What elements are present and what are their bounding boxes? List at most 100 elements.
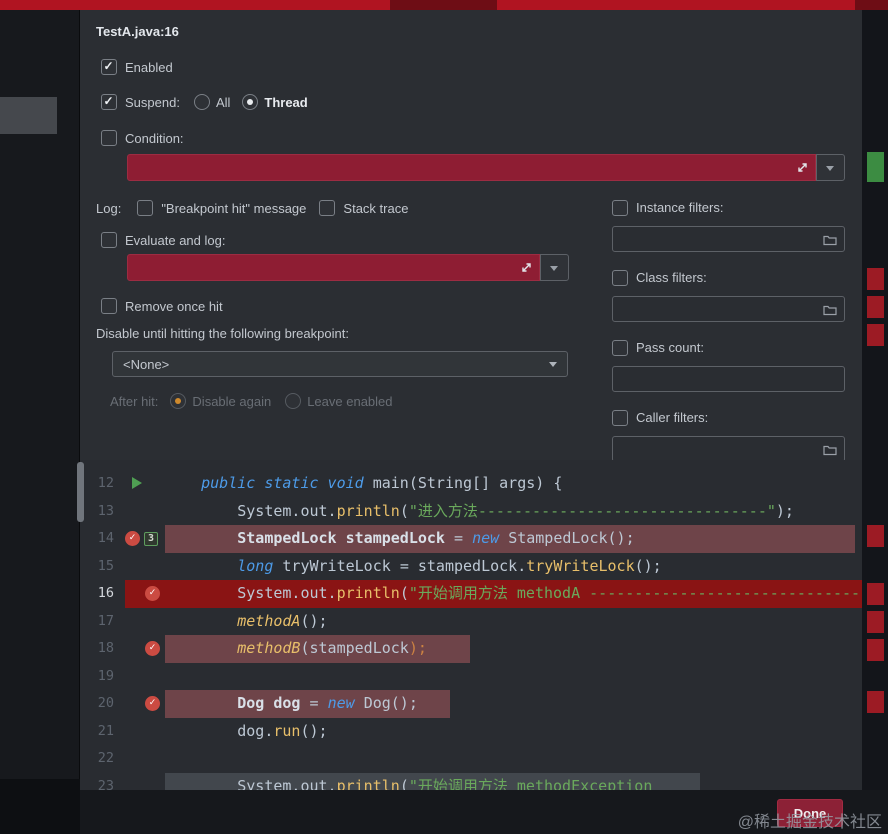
enabled-label: Enabled [125, 60, 173, 75]
code-text[interactable]: public static void main(String[] args) { [165, 470, 562, 498]
green-stripe-mark[interactable] [867, 152, 884, 182]
log-stacktrace-checkbox[interactable] [319, 200, 335, 216]
editor-error-stripe[interactable] [862, 10, 888, 790]
folder-icon[interactable] [823, 303, 837, 315]
red-stripe-mark[interactable] [867, 639, 884, 661]
code-text[interactable]: methodA(); [165, 608, 328, 636]
code-text[interactable]: StampedLock stampedLock = new StampedLoc… [165, 525, 635, 553]
code-text[interactable]: System.out.println("开始调用方法 methodA -----… [165, 580, 862, 608]
code-line-22: 22 [80, 745, 862, 773]
red-stripe-mark[interactable] [867, 525, 884, 547]
remove-once-checkbox[interactable] [101, 298, 117, 314]
expand-editor-icon[interactable] [520, 261, 533, 274]
filter-checkbox-row: Pass count: [612, 339, 845, 356]
folder-icon[interactable] [823, 443, 837, 455]
breakpoint-icon[interactable]: ✓ [145, 641, 160, 656]
after-hit-leave-radio[interactable] [285, 393, 301, 409]
condition-input[interactable] [127, 154, 816, 181]
title-bar-dark-segment [390, 0, 497, 10]
filter-checkbox[interactable] [612, 410, 628, 426]
code-text[interactable]: dog.run(); [165, 718, 328, 746]
filter-label: Pass count: [636, 340, 704, 355]
code-text[interactable]: System.out.println("进入方法----------------… [165, 498, 794, 526]
breakpoint-properties-dialog: TestA.java:16 Enabled Suspend: All Threa… [80, 10, 862, 790]
red-stripe-mark[interactable] [867, 268, 884, 290]
after-hit-disable-label: Disable again [192, 394, 271, 409]
filter-checkbox[interactable] [612, 200, 628, 216]
line-number[interactable]: 23 [80, 773, 114, 791]
line-number[interactable]: 22 [80, 745, 114, 773]
expand-editor-icon[interactable] [796, 161, 809, 174]
breakpoint-icon[interactable]: ✓ [145, 696, 160, 711]
disable-until-value: <None> [123, 357, 169, 372]
evaluate-row: Evaluate and log: [101, 231, 225, 249]
filter-checkbox[interactable] [612, 270, 628, 286]
breakpoint-settings-panel: TestA.java:16 Enabled Suspend: All Threa… [80, 10, 862, 460]
breakpoint-count-badge: 3 [144, 532, 158, 546]
evaluate-input[interactable] [127, 254, 540, 281]
line-number[interactable]: 15 [80, 553, 114, 581]
code-text[interactable]: long tryWriteLock = stampedLock.tryWrite… [165, 553, 662, 581]
chevron-down-icon [549, 362, 557, 367]
suspend-all-label: All [216, 95, 230, 110]
condition-checkbox[interactable] [101, 130, 117, 146]
tool-window-button[interactable] [0, 97, 57, 134]
line-number[interactable]: 19 [80, 663, 114, 691]
filter-input[interactable] [612, 226, 845, 252]
enabled-checkbox[interactable] [101, 59, 117, 75]
suspend-row: Suspend: All Thread [101, 93, 308, 111]
line-number[interactable]: 13 [80, 498, 114, 526]
code-line-14: 14 ✓ 3 StampedLock stampedLock = new Stamp… [80, 525, 862, 553]
dialog-title: TestA.java:16 [96, 24, 179, 39]
red-stripe-mark[interactable] [867, 324, 884, 346]
filter-group: Caller filters: [612, 409, 845, 462]
line-number[interactable]: 17 [80, 608, 114, 636]
log-label: Log: [96, 201, 121, 216]
code-line-16: 16 ✓ System.out.println("开始调用方法 methodA -… [80, 580, 862, 608]
code-text[interactable]: methodB(stampedLock); [165, 635, 427, 663]
code-line-15: 15 long tryWriteLock = stampedLock.tryWr… [80, 553, 862, 581]
suspend-all-radio[interactable] [194, 94, 210, 110]
line-number[interactable]: 20 [80, 690, 114, 718]
after-hit-disable-radio[interactable] [170, 393, 186, 409]
log-message-checkbox[interactable] [137, 200, 153, 216]
line-number[interactable]: 14 [80, 525, 114, 553]
condition-row: Condition: [101, 129, 184, 147]
evaluate-history-dropdown[interactable] [540, 254, 569, 281]
code-line-19: 19 [80, 663, 862, 691]
filter-group: Pass count: [612, 339, 845, 392]
suspend-label: Suspend: [125, 95, 180, 110]
filter-input[interactable] [612, 296, 845, 322]
suspend-thread-radio[interactable] [242, 94, 258, 110]
breakpoint-icon[interactable]: ✓ [145, 586, 160, 601]
code-line-12: 12 public static void main(String[] args… [80, 470, 862, 498]
code-text[interactable]: Dog dog = new Dog(); [165, 690, 418, 718]
filter-label: Class filters: [636, 270, 707, 285]
breakpoint-icon[interactable]: ✓ [125, 531, 140, 546]
code-line-17: 17 methodA(); [80, 608, 862, 636]
red-stripe-mark[interactable] [867, 611, 884, 633]
filter-input[interactable] [612, 366, 845, 392]
suspend-checkbox[interactable] [101, 94, 117, 110]
line-number[interactable]: 16 [80, 580, 114, 608]
disable-until-dropdown[interactable]: <None> [112, 351, 568, 377]
line-number[interactable]: 21 [80, 718, 114, 746]
filter-input[interactable] [612, 436, 845, 462]
code-text[interactable]: System.out.println("开始调用方法 methodExcepti… [165, 773, 652, 791]
disable-until-row: Disable until hitting the following brea… [96, 324, 349, 342]
red-stripe-mark[interactable] [867, 583, 884, 605]
condition-label: Condition: [125, 131, 184, 146]
after-hit-row: After hit: Disable again Leave enabled [110, 392, 393, 410]
filter-checkbox[interactable] [612, 340, 628, 356]
red-stripe-mark[interactable] [867, 691, 884, 713]
folder-icon[interactable] [823, 233, 837, 245]
evaluate-checkbox[interactable] [101, 232, 117, 248]
line-number[interactable]: 12 [80, 470, 114, 498]
filter-checkbox-row: Instance filters: [612, 199, 845, 216]
red-stripe-mark[interactable] [867, 296, 884, 318]
code-line-13: 13 System.out.println("进入方法-------------… [80, 498, 862, 526]
line-number[interactable]: 18 [80, 635, 114, 663]
condition-history-dropdown[interactable] [816, 154, 845, 181]
filter-checkbox-row: Caller filters: [612, 409, 845, 426]
run-arrow-icon[interactable] [132, 477, 142, 489]
